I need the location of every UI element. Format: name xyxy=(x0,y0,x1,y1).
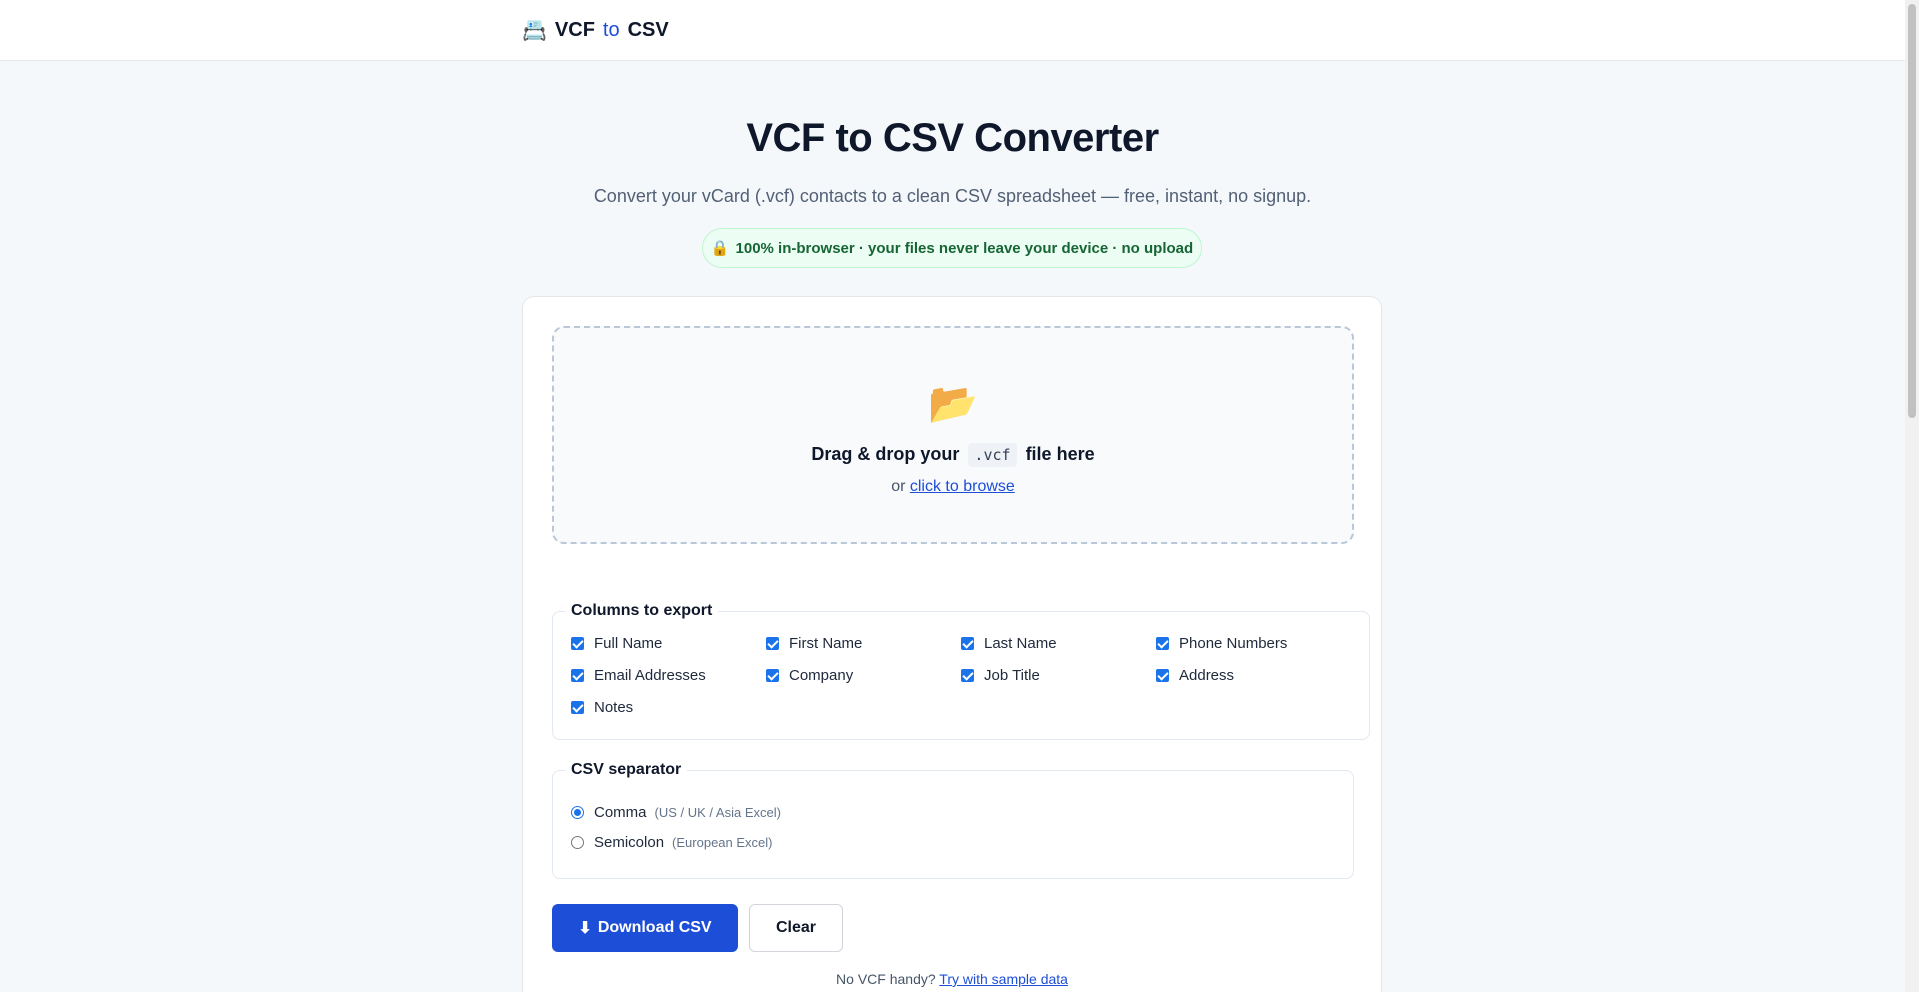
open-folder-icon: 📂 xyxy=(928,382,978,426)
radio-hint: (European Excel) xyxy=(672,834,773,850)
checkbox-company[interactable]: Company xyxy=(766,664,961,686)
privacy-badge-text: 100% in-browser · your files never leave… xyxy=(735,239,1194,257)
download-arrow-icon: ⬇ xyxy=(578,920,592,937)
dropzone-title: Drag & drop your .vcf file here xyxy=(554,443,1352,467)
radio-label: Semicolon xyxy=(594,833,665,851)
page-subtitle: Convert your vCard (.vcf) contacts to a … xyxy=(593,186,1312,206)
checkbox-checked-icon[interactable] xyxy=(1156,636,1169,650)
dropzone-or-text: or xyxy=(891,478,906,495)
dropzone-title-before: Drag & drop your xyxy=(811,444,960,464)
page-title: VCF to CSV Converter xyxy=(746,116,1159,160)
checkbox-checked-icon[interactable] xyxy=(961,636,974,650)
separator-legend: CSV separator xyxy=(571,761,682,778)
checkbox-checked-icon[interactable] xyxy=(571,700,584,714)
radio-semicolon[interactable]: Semicolon (European Excel) xyxy=(571,831,1335,853)
checkbox-label: Company xyxy=(789,666,854,684)
checkbox-checked-icon[interactable] xyxy=(1156,668,1169,682)
checkbox-label: Job Title xyxy=(984,666,1040,684)
checkbox-checked-icon[interactable] xyxy=(571,636,584,650)
checkbox-checked-icon[interactable] xyxy=(766,668,779,682)
logo-text-to: to xyxy=(602,19,620,41)
checkbox-checked-icon[interactable] xyxy=(961,668,974,682)
sample-data-line: No VCF handy? Try with sample data xyxy=(523,971,1381,987)
separator-options: Comma (US / UK / Asia Excel) Semicolon (… xyxy=(571,801,1335,853)
columns-grid: Full Name First Name Last Name Phone Num… xyxy=(571,632,1351,718)
logo-text-csv: CSV xyxy=(627,19,669,41)
sample-prefix: No VCF handy? xyxy=(836,971,936,987)
scrollbar-thumb[interactable] xyxy=(1908,4,1916,418)
checkbox-checked-icon[interactable] xyxy=(571,668,584,682)
radio-comma[interactable]: Comma (US / UK / Asia Excel) xyxy=(571,801,1335,823)
checkbox-job-title[interactable]: Job Title xyxy=(961,664,1156,686)
separator-fieldset: CSV separator Comma (US / UK / Asia Exce… xyxy=(552,761,1354,879)
checkbox-first-name[interactable]: First Name xyxy=(766,632,961,654)
checkbox-label: First Name xyxy=(789,634,863,652)
checkbox-checked-icon[interactable] xyxy=(766,636,779,650)
columns-fieldset: Columns to export Full Name First Name L… xyxy=(552,602,1370,740)
checkbox-email-addresses[interactable]: Email Addresses xyxy=(571,664,766,686)
checkbox-notes[interactable]: Notes xyxy=(571,696,766,718)
logo-text-vcf: VCF xyxy=(554,19,595,41)
download-csv-button[interactable]: ⬇ Download CSV xyxy=(552,904,738,952)
file-dropzone[interactable]: 📂 Drag & drop your .vcf file here or cli… xyxy=(552,326,1354,544)
dropzone-title-after: file here xyxy=(1025,444,1095,464)
sample-data-link[interactable]: Try with sample data xyxy=(939,971,1068,987)
page-scrollbar[interactable] xyxy=(1905,0,1919,992)
checkbox-phone-numbers[interactable]: Phone Numbers xyxy=(1156,632,1351,654)
site-logo[interactable]: 📇 VCF to CSV xyxy=(522,18,669,43)
lock-icon: 🔒 xyxy=(710,240,730,257)
radio-label: Comma xyxy=(594,803,647,821)
checkbox-label: Email Addresses xyxy=(594,666,706,684)
top-navbar: 📇 VCF to CSV xyxy=(0,0,1905,61)
radio-selected-icon[interactable] xyxy=(571,805,584,819)
dropzone-file-extension: .vcf xyxy=(968,443,1017,467)
browse-link[interactable]: click to browse xyxy=(910,478,1015,495)
radio-hint: (US / UK / Asia Excel) xyxy=(654,804,781,820)
checkbox-label: Address xyxy=(1179,666,1235,684)
checkbox-full-name[interactable]: Full Name xyxy=(571,632,766,654)
dropzone-browse-line: or click to browse xyxy=(554,478,1352,496)
checkbox-address[interactable]: Address xyxy=(1156,664,1351,686)
clear-button[interactable]: Clear xyxy=(749,904,843,952)
columns-legend: Columns to export xyxy=(571,602,713,619)
privacy-badge: 🔒 100% in-browser · your files never lea… xyxy=(702,228,1202,268)
checkbox-label: Notes xyxy=(594,698,634,716)
contact-card-icon: 📇 xyxy=(522,20,547,42)
checkbox-label: Last Name xyxy=(984,634,1057,652)
download-csv-label: Download CSV xyxy=(597,919,712,936)
converter-card: 📂 Drag & drop your .vcf file here or cli… xyxy=(522,296,1382,992)
checkbox-last-name[interactable]: Last Name xyxy=(961,632,1156,654)
radio-unselected-icon[interactable] xyxy=(571,835,584,849)
checkbox-label: Phone Numbers xyxy=(1179,634,1288,652)
checkbox-label: Full Name xyxy=(594,634,663,652)
